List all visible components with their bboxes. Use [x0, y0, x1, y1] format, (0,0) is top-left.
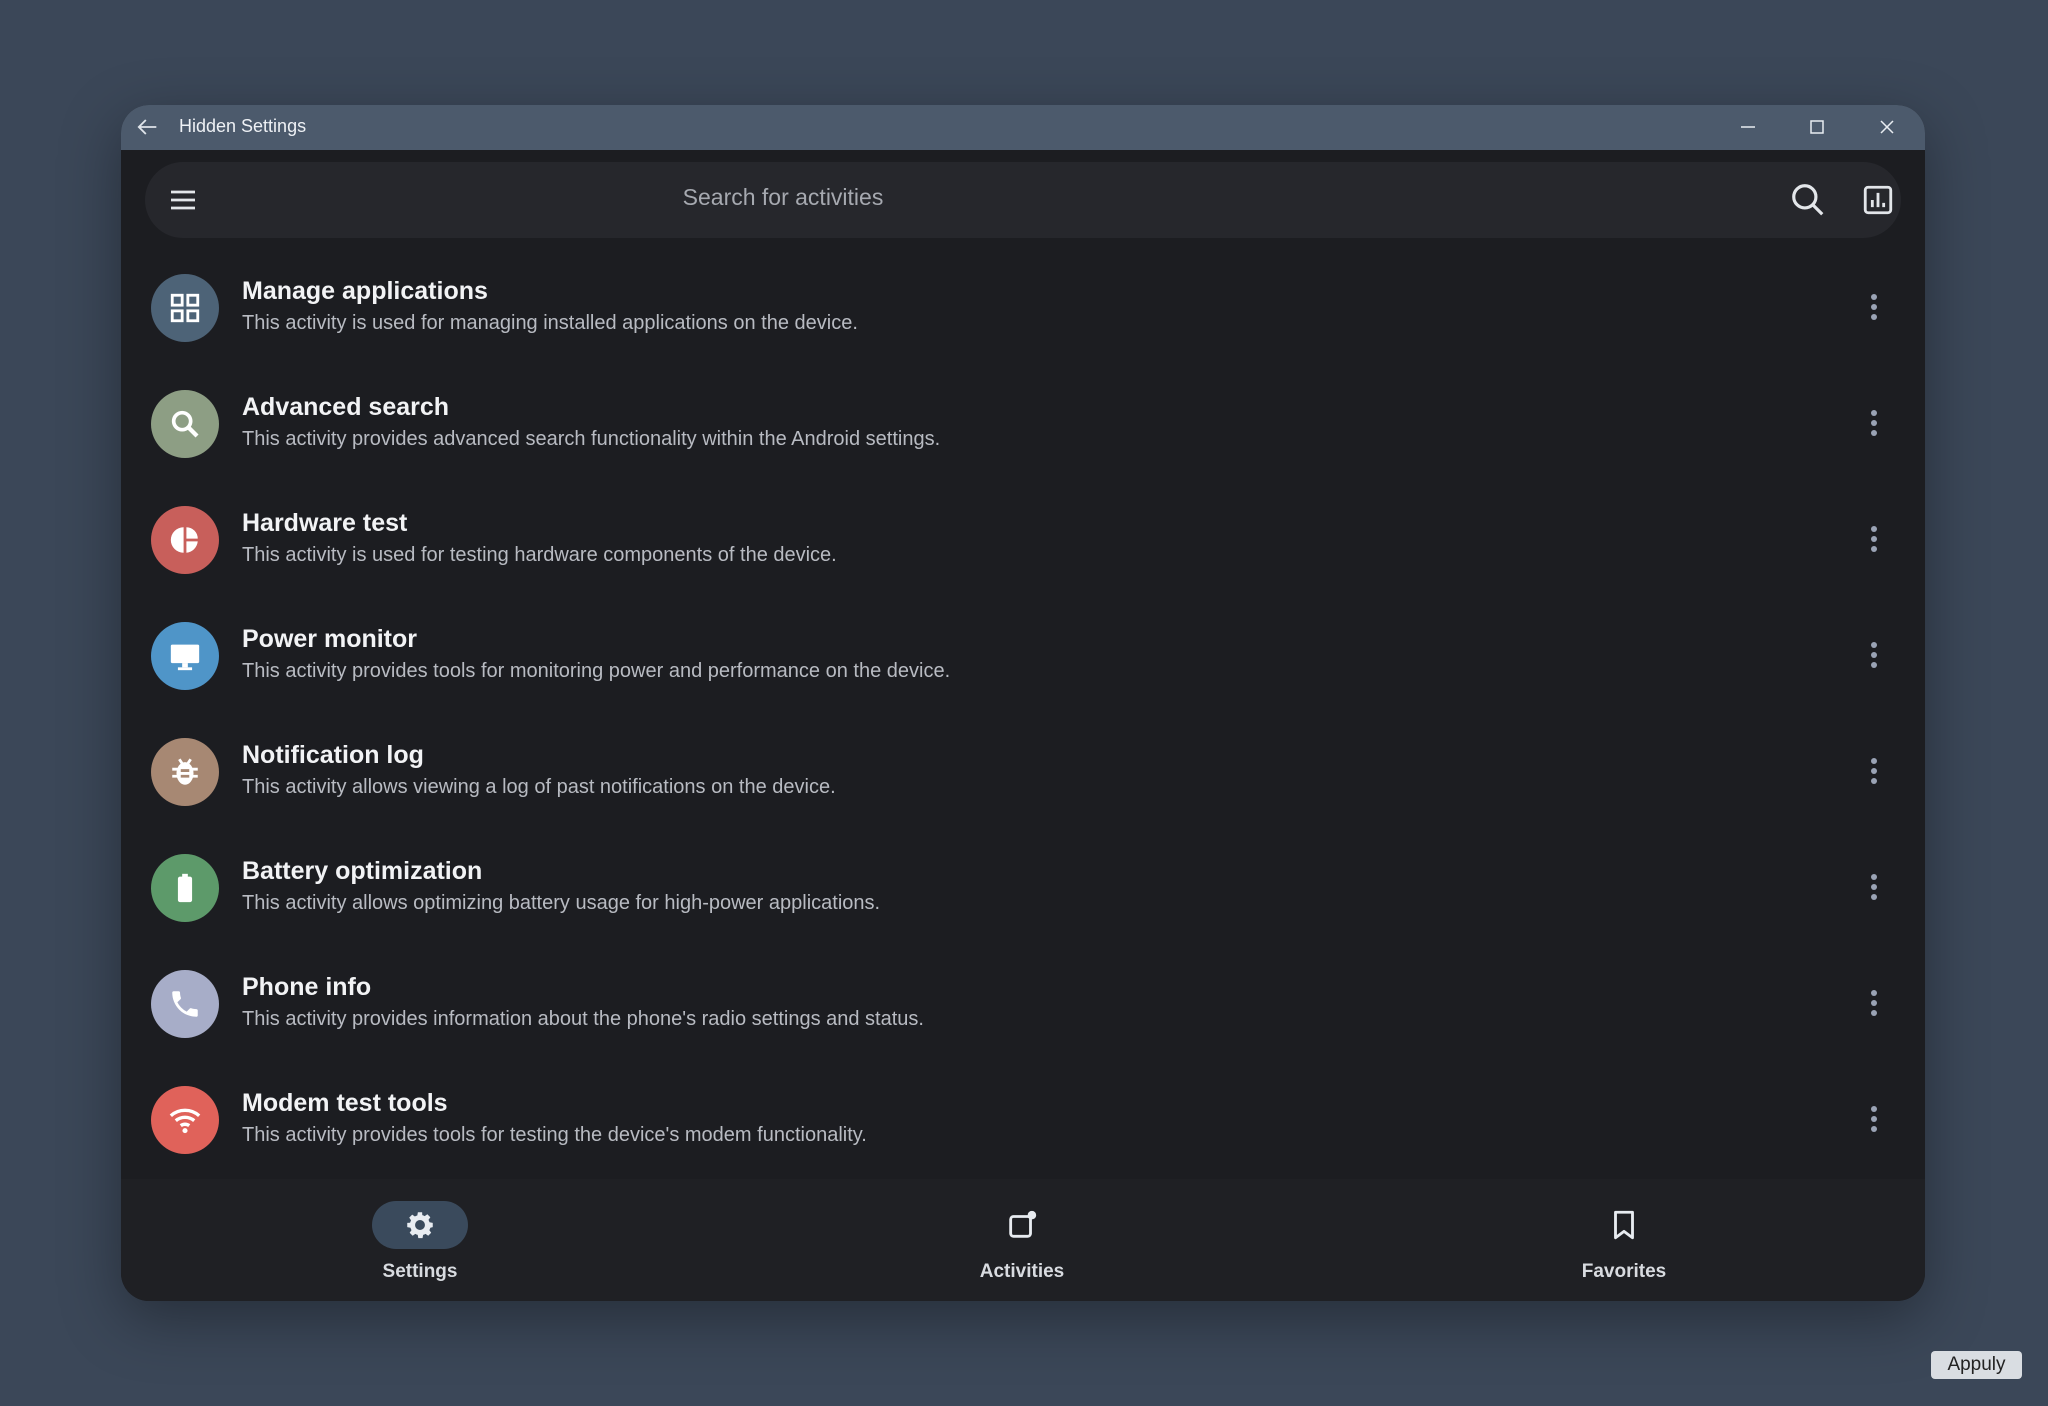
- gear-icon: [407, 1212, 433, 1239]
- chart-icon[interactable]: [1861, 183, 1895, 217]
- item-title: Manage applications: [242, 277, 488, 305]
- more-options-button[interactable]: [1856, 1101, 1892, 1137]
- nav-settings[interactable]: Settings: [300, 1179, 540, 1301]
- grid-icon: [151, 274, 219, 342]
- back-arrow-icon[interactable]: [133, 113, 161, 141]
- search-icon[interactable]: [1789, 181, 1827, 219]
- activity-list: Manage applications This activity is use…: [121, 239, 1925, 1167]
- activities-icon: [1009, 1210, 1037, 1238]
- item-description: This activity provides information about…: [242, 1008, 924, 1030]
- more-vert-icon: [1871, 526, 1877, 552]
- item-title: Modem test tools: [242, 1089, 448, 1117]
- more-vert-icon: [1871, 294, 1877, 320]
- item-title: Notification log: [242, 741, 424, 769]
- item-title: Hardware test: [242, 509, 408, 537]
- list-item[interactable]: Manage applications This activity is use…: [121, 239, 1925, 355]
- monitor-icon: [151, 622, 219, 690]
- nav-activities-pill[interactable]: [974, 1201, 1070, 1249]
- phone-icon: [151, 970, 219, 1038]
- item-description: This activity allows viewing a log of pa…: [242, 776, 836, 798]
- minimize-icon: [1741, 126, 1755, 128]
- list-item[interactable]: Hardware test This activity is used for …: [121, 471, 1925, 587]
- list-item[interactable]: Phone info This activity provides inform…: [121, 935, 1925, 1051]
- list-item[interactable]: Battery optimization This activity allow…: [121, 819, 1925, 935]
- watermark-badge: Appuly: [1931, 1351, 2022, 1379]
- more-options-button[interactable]: [1856, 985, 1892, 1021]
- more-vert-icon: [1871, 410, 1877, 436]
- search-input[interactable]: Search for activities: [145, 184, 1901, 211]
- item-description: This activity provides tools for monitor…: [242, 660, 951, 682]
- title-bar: Hidden Settings: [121, 105, 1925, 150]
- list-item[interactable]: Notification log This activity allows vi…: [121, 703, 1925, 819]
- more-options-button[interactable]: [1856, 869, 1892, 905]
- bottom-navigation: Settings Activities Favorites: [121, 1179, 1925, 1301]
- more-vert-icon: [1871, 990, 1877, 1016]
- nav-label: Activities: [979, 1261, 1065, 1282]
- more-vert-icon: [1871, 1106, 1877, 1132]
- list-item[interactable]: Advanced search This activity provides a…: [121, 355, 1925, 471]
- nav-label: Favorites: [1581, 1261, 1667, 1282]
- item-description: This activity is used for testing hardwa…: [242, 544, 837, 566]
- list-item[interactable]: Power monitor This activity provides too…: [121, 587, 1925, 703]
- bug-icon: [151, 738, 219, 806]
- window-title: Hidden Settings: [179, 116, 307, 136]
- nav-favorites[interactable]: Favorites: [1504, 1179, 1744, 1301]
- item-title: Power monitor: [242, 625, 418, 653]
- list-item[interactable]: Modem test tools This activity provides …: [121, 1051, 1925, 1167]
- maximize-icon: [1810, 120, 1824, 134]
- nav-activities[interactable]: Activities: [902, 1179, 1142, 1301]
- item-description: This activity provides tools for testing…: [242, 1124, 867, 1146]
- search-bar[interactable]: Search for activities: [145, 162, 1901, 238]
- nav-settings-pill[interactable]: [372, 1201, 468, 1249]
- search-icon: [151, 390, 219, 458]
- item-title: Advanced search: [242, 393, 450, 421]
- maximize-button[interactable]: [1792, 109, 1842, 145]
- nav-label: Settings: [382, 1261, 458, 1282]
- item-title: Battery optimization: [242, 857, 483, 885]
- item-title: Phone info: [242, 973, 372, 1001]
- close-button[interactable]: [1862, 109, 1912, 145]
- bookmark-icon: [1614, 1210, 1634, 1240]
- more-vert-icon: [1871, 874, 1877, 900]
- close-icon: [1880, 120, 1894, 134]
- battery-icon: [151, 854, 219, 922]
- nav-favorites-pill[interactable]: [1576, 1201, 1672, 1249]
- more-options-button[interactable]: [1856, 289, 1892, 325]
- more-options-button[interactable]: [1856, 521, 1892, 557]
- item-description: This activity is used for managing insta…: [242, 312, 858, 334]
- pie-chart-icon: [151, 506, 219, 574]
- more-options-button[interactable]: [1856, 637, 1892, 673]
- more-vert-icon: [1871, 758, 1877, 784]
- more-options-button[interactable]: [1856, 405, 1892, 441]
- item-description: This activity allows optimizing battery …: [242, 892, 881, 914]
- minimize-button[interactable]: [1723, 109, 1773, 145]
- more-options-button[interactable]: [1856, 753, 1892, 789]
- wifi-icon: [151, 1086, 219, 1154]
- item-description: This activity provides advanced search f…: [242, 428, 941, 450]
- more-vert-icon: [1871, 642, 1877, 668]
- app-window: Hidden Settings Search for activities Ma…: [121, 105, 1925, 1301]
